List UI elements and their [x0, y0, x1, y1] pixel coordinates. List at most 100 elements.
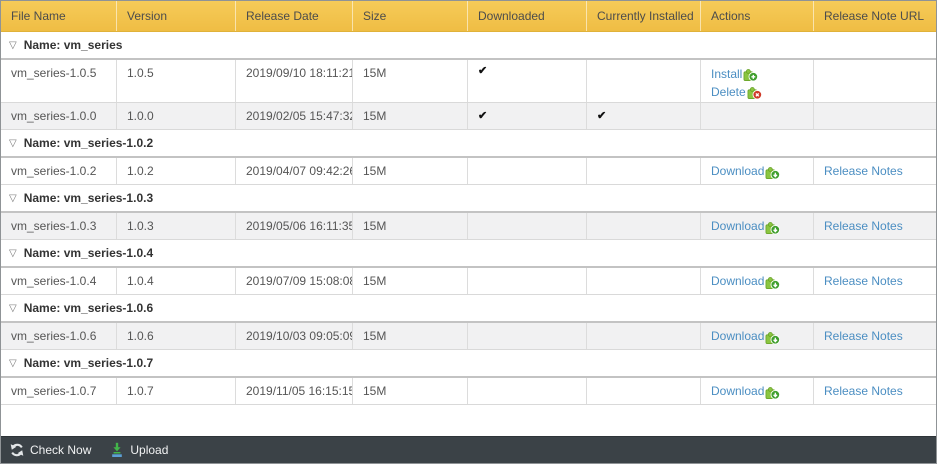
cell-actions: Download [701, 268, 814, 294]
refresh-icon [9, 442, 25, 458]
download-icon [765, 221, 781, 234]
cell-actions: Download [701, 158, 814, 184]
group-name: Name: vm_series [23, 38, 123, 52]
cell-release-date: 2019/07/09 15:08:08 [236, 268, 353, 294]
table-row: vm_series-1.0.4 1.0.4 2019/07/09 15:08:08 1… [1, 268, 936, 295]
cell-size: 15M [353, 378, 468, 404]
upload-button[interactable]: Upload [109, 442, 168, 458]
group-header[interactable]: ▽ Name: vm_series-1.0.7 [1, 350, 936, 378]
column-header-release-date[interactable]: Release Date [236, 1, 353, 31]
cell-currently-installed [587, 213, 701, 239]
column-header-currently-installed[interactable]: Currently Installed [587, 1, 701, 31]
cell-size: 15M [353, 158, 468, 184]
download-icon [765, 386, 781, 399]
release-notes-link[interactable]: Release Notes [824, 384, 903, 398]
group-header[interactable]: ▽ Name: vm_series-1.0.4 [1, 240, 936, 268]
group-header[interactable]: ▽ Name: vm_series [1, 32, 936, 60]
download-link[interactable]: Download [711, 164, 764, 178]
release-notes-link[interactable]: Release Notes [824, 164, 903, 178]
table-empty-area [1, 420, 936, 436]
cell-release-note-url: Release Notes [814, 268, 936, 294]
cell-file-name: vm_series-1.0.3 [1, 213, 117, 239]
table-row: vm_series-1.0.3 1.0.3 2019/05/06 16:11:35 1… [1, 213, 936, 240]
table-header-row: File Name Version Release Date Size Download… [1, 1, 936, 32]
check-now-button[interactable]: Check Now [9, 442, 91, 458]
cell-actions: Install Delete [701, 60, 814, 102]
download-link[interactable]: Download [711, 384, 764, 398]
cell-size: 15M [353, 268, 468, 294]
collapse-triangle-icon[interactable]: ▽ [9, 303, 17, 314]
group-name: Name: vm_series-1.0.2 [23, 136, 154, 150]
cell-size: 15M [353, 103, 468, 129]
group-header[interactable]: ▽ Name: vm_series-1.0.6 [1, 295, 936, 323]
column-header-file-name[interactable]: File Name [1, 1, 117, 31]
upload-label: Upload [130, 443, 169, 457]
cell-size: 15M [353, 323, 468, 349]
group-name: Name: vm_series-1.0.7 [23, 356, 154, 370]
table-row: vm_series-1.0.0 1.0.0 2019/02/05 15:47:32 1… [1, 103, 936, 130]
download-link[interactable]: Download [711, 329, 764, 343]
collapse-triangle-icon[interactable]: ▽ [9, 193, 17, 204]
collapse-triangle-icon[interactable]: ▽ [9, 40, 17, 51]
cell-release-note-url [814, 60, 936, 102]
collapse-triangle-icon[interactable]: ▽ [9, 138, 17, 149]
cell-currently-installed [587, 268, 701, 294]
table-row: vm_series-1.0.7 1.0.7 2019/11/05 16:15:15 1… [1, 378, 936, 405]
table-row: vm_series-1.0.2 1.0.2 2019/04/07 09:42:26 1… [1, 158, 936, 185]
group-header[interactable]: ▽ Name: vm_series-1.0.2 [1, 130, 936, 158]
cell-currently-installed [587, 378, 701, 404]
footer-toolbar: Check Now Upload [1, 436, 936, 463]
column-header-release-note-url[interactable]: Release Note URL [814, 1, 936, 31]
cell-currently-installed [587, 323, 701, 349]
cell-release-note-url: Release Notes [814, 323, 936, 349]
check-now-label: Check Now [30, 443, 92, 457]
download-link[interactable]: Download [711, 219, 764, 233]
cell-version: 1.0.2 [117, 158, 236, 184]
upload-icon [109, 442, 125, 458]
cell-release-note-url [814, 103, 936, 129]
cell-actions [701, 103, 814, 129]
download-link[interactable]: Download [711, 274, 764, 288]
downloaded-checkmark-icon: ✔ [478, 109, 488, 122]
download-icon [765, 166, 781, 179]
cell-version: 1.0.3 [117, 213, 236, 239]
delete-icon [747, 87, 762, 100]
download-icon [765, 276, 781, 289]
table-row: vm_series-1.0.6 1.0.6 2019/10/03 09:05:09 1… [1, 323, 936, 350]
collapse-triangle-icon[interactable]: ▽ [9, 358, 17, 369]
table-row: vm_series-1.0.5 1.0.5 2019/09/10 18:11:21 1… [1, 60, 936, 103]
release-notes-link[interactable]: Release Notes [824, 329, 903, 343]
cell-version: 1.0.7 [117, 378, 236, 404]
delete-link[interactable]: Delete [711, 85, 746, 99]
cell-release-date: 2019/04/07 09:42:26 [236, 158, 353, 184]
cell-actions: Download [701, 213, 814, 239]
cell-downloaded [468, 323, 587, 349]
release-notes-link[interactable]: Release Notes [824, 219, 903, 233]
cell-downloaded [468, 268, 587, 294]
cell-currently-installed [587, 158, 701, 184]
cell-file-name: vm_series-1.0.0 [1, 103, 117, 129]
group-name: Name: vm_series-1.0.3 [23, 191, 154, 205]
group-header[interactable]: ▽ Name: vm_series-1.0.3 [1, 185, 936, 213]
cell-version: 1.0.4 [117, 268, 236, 294]
group-name: Name: vm_series-1.0.4 [23, 246, 154, 260]
cell-release-date: 2019/09/10 18:11:21 [236, 60, 353, 102]
software-versions-panel: File Name Version Release Date Size Download… [0, 0, 937, 464]
table-body: ▽ Name: vm_series vm_series-1.0.5 1.0.5 2019… [1, 32, 936, 421]
column-header-version[interactable]: Version [117, 1, 236, 31]
cell-file-name: vm_series-1.0.6 [1, 323, 117, 349]
column-header-downloaded[interactable]: Downloaded [468, 1, 587, 31]
cell-actions: Download [701, 323, 814, 349]
release-notes-link[interactable]: Release Notes [824, 274, 903, 288]
collapse-triangle-icon[interactable]: ▽ [9, 248, 17, 259]
cell-downloaded [468, 378, 587, 404]
cell-downloaded: ✔ [468, 103, 587, 129]
cell-downloaded: ✔ [468, 60, 587, 102]
column-header-size[interactable]: Size [353, 1, 468, 31]
cell-file-name: vm_series-1.0.2 [1, 158, 117, 184]
column-header-actions[interactable]: Actions [701, 1, 814, 31]
cell-version: 1.0.5 [117, 60, 236, 102]
cell-version: 1.0.6 [117, 323, 236, 349]
installed-checkmark-icon: ✔ [597, 109, 607, 122]
install-link[interactable]: Install [711, 67, 742, 81]
